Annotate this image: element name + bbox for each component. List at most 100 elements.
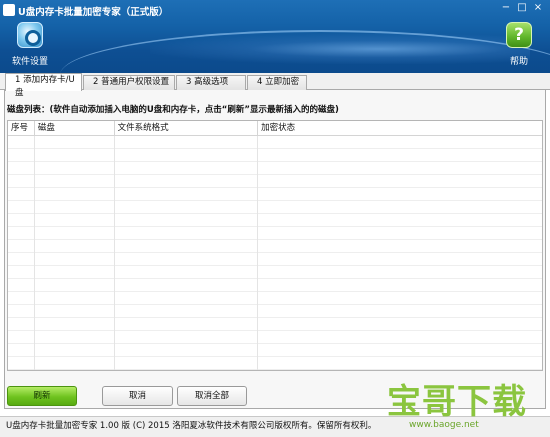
table-cell xyxy=(115,201,259,214)
table-cell xyxy=(115,344,259,357)
table-row[interactable] xyxy=(8,279,542,292)
table-cell xyxy=(258,357,542,370)
table-cell xyxy=(35,240,115,253)
table-cell xyxy=(8,149,35,162)
table-row[interactable] xyxy=(8,318,542,331)
table-row[interactable] xyxy=(8,162,542,175)
table-cell xyxy=(115,188,259,201)
column-header-filesystem[interactable]: 文件系统格式 xyxy=(115,121,259,136)
table-row[interactable] xyxy=(8,266,542,279)
watermark: 宝哥下载 www.baoge.net xyxy=(387,374,547,434)
app-header: U盘内存卡批量加密专家（正式版） − □ × 软件设置 ? 帮助 xyxy=(0,0,550,73)
table-row[interactable] xyxy=(8,136,542,149)
table-cell xyxy=(8,175,35,188)
table-row[interactable] xyxy=(8,344,542,357)
tab-encrypt-now[interactable]: 4 立即加密 xyxy=(247,75,307,90)
table-cell xyxy=(35,136,115,149)
cancel-button[interactable]: 取消 xyxy=(102,386,173,406)
table-cell xyxy=(258,214,542,227)
table-cell xyxy=(35,149,115,162)
table-cell xyxy=(35,214,115,227)
table-cell xyxy=(258,227,542,240)
table-cell xyxy=(115,357,259,370)
maximize-button[interactable]: □ xyxy=(515,2,529,15)
window-title: U盘内存卡批量加密专家（正式版） xyxy=(18,7,169,18)
table-cell xyxy=(35,357,115,370)
table-row[interactable] xyxy=(8,240,542,253)
table-cell xyxy=(258,136,542,149)
table-row[interactable] xyxy=(8,292,542,305)
table-cell xyxy=(115,227,259,240)
table-row[interactable] xyxy=(8,188,542,201)
watermark-url: www.baoge.net xyxy=(409,420,479,430)
table-row[interactable] xyxy=(8,331,542,344)
table-cell xyxy=(115,279,259,292)
minimize-button[interactable]: − xyxy=(499,2,513,15)
table-cell xyxy=(258,162,542,175)
table-cell xyxy=(8,253,35,266)
table-cell xyxy=(35,188,115,201)
table-cell xyxy=(35,279,115,292)
column-header-index[interactable]: 序号 xyxy=(8,121,35,136)
table-cell xyxy=(115,253,259,266)
table-cell xyxy=(115,175,259,188)
tab-add-disk[interactable]: 1 添加内存卡/U盘 xyxy=(5,73,82,98)
tab-user-permissions[interactable]: 2 普通用户权限设置 xyxy=(83,75,175,90)
table-cell xyxy=(258,318,542,331)
settings-label: 软件设置 xyxy=(11,57,48,67)
table-row[interactable] xyxy=(8,253,542,266)
table-cell xyxy=(35,227,115,240)
watermark-text: 宝哥下载 xyxy=(387,382,527,422)
table-cell xyxy=(8,201,35,214)
settings-button[interactable]: 软件设置 xyxy=(10,22,50,67)
table-cell xyxy=(8,344,35,357)
table-cell xyxy=(8,318,35,331)
table-cell xyxy=(115,266,259,279)
table-cell xyxy=(115,305,259,318)
table-row[interactable] xyxy=(8,305,542,318)
refresh-button[interactable]: 刷新 xyxy=(7,386,77,406)
table-cell xyxy=(8,305,35,318)
table-cell xyxy=(8,240,35,253)
help-button[interactable]: ? 帮助 xyxy=(499,22,539,67)
table-cell xyxy=(8,162,35,175)
table-cell xyxy=(115,149,259,162)
disk-table[interactable]: 序号 磁盘 文件系统格式 加密状态 xyxy=(7,120,543,371)
close-button[interactable]: × xyxy=(531,2,545,15)
gear-icon xyxy=(17,22,43,48)
disk-list-description: 磁盘列表：(软件自动添加插入电脑的U盘和内存卡，点击“刷新”显示最新插入的的磁盘… xyxy=(7,105,339,115)
table-cell xyxy=(258,149,542,162)
cancel-all-button[interactable]: 取消全部 xyxy=(177,386,247,406)
table-row[interactable] xyxy=(8,227,542,240)
table-cell xyxy=(258,175,542,188)
table-row[interactable] xyxy=(8,175,542,188)
table-cell xyxy=(35,344,115,357)
table-cell xyxy=(35,331,115,344)
table-row[interactable] xyxy=(8,201,542,214)
tab-advanced[interactable]: 3 高级选项 xyxy=(176,75,246,90)
table-row[interactable] xyxy=(8,214,542,227)
table-cell xyxy=(258,188,542,201)
table-cell xyxy=(35,162,115,175)
table-row[interactable] xyxy=(8,149,542,162)
column-header-disk[interactable]: 磁盘 xyxy=(35,121,115,136)
table-cell xyxy=(8,357,35,370)
column-header-encryption-status[interactable]: 加密状态 xyxy=(258,121,542,136)
table-cell xyxy=(258,253,542,266)
table-cell xyxy=(35,292,115,305)
table-cell xyxy=(35,266,115,279)
table-cell xyxy=(258,344,542,357)
table-row[interactable] xyxy=(8,357,542,370)
table-header: 序号 磁盘 文件系统格式 加密状态 xyxy=(8,121,542,136)
table-body xyxy=(8,136,542,370)
table-cell xyxy=(258,292,542,305)
table-cell xyxy=(115,318,259,331)
table-cell xyxy=(8,266,35,279)
table-cell xyxy=(8,188,35,201)
table-cell xyxy=(258,201,542,214)
table-cell xyxy=(115,331,259,344)
table-cell xyxy=(8,292,35,305)
table-cell xyxy=(115,240,259,253)
table-cell xyxy=(8,331,35,344)
table-cell xyxy=(115,292,259,305)
